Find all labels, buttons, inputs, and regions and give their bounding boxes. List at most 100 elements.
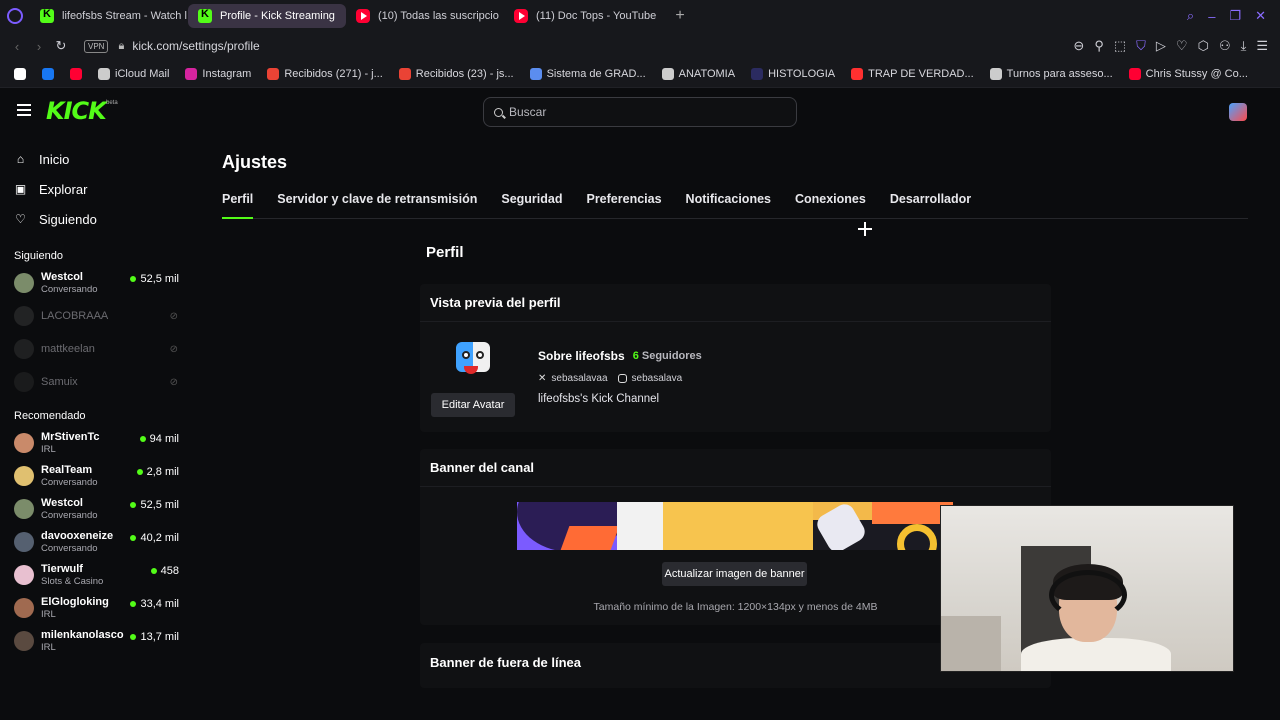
channel-item[interactable]: LACOBRAAA ⊘ (0, 299, 190, 332)
url-field[interactable]: kick.com/settings/profile (132, 39, 259, 53)
bookmark-item[interactable]: ANATOMIA (656, 67, 741, 80)
bookmark-item[interactable] (36, 67, 60, 80)
lock-icon[interactable]: 🔒︎ (118, 40, 124, 53)
menu-icon[interactable]: ☰ (1256, 38, 1268, 54)
x-link[interactable]: ✕ sebasalavaa (538, 373, 608, 384)
bookmark-label: ANATOMIA (678, 67, 736, 80)
back-icon[interactable]: ‹ (6, 39, 28, 54)
channel-item[interactable]: Samuix ⊘ (0, 365, 190, 398)
viewer-count: 40,2 mil (130, 532, 179, 544)
search-icon (494, 107, 503, 117)
download-icon[interactable]: ⤓ (1241, 38, 1247, 54)
channel-item[interactable]: Westcol Conversando 52,5 mil (0, 266, 190, 299)
tab-settings-1[interactable]: Servidor y clave de retransmisión (277, 190, 477, 218)
kick-logo[interactable]: KICK (46, 97, 107, 125)
opera-menu-icon[interactable] (0, 0, 30, 32)
account-icon[interactable]: ⚇ (1219, 38, 1231, 54)
channel-avatar (14, 498, 34, 519)
snapshot-icon[interactable]: ⬚ (1114, 38, 1126, 54)
bookmark-item[interactable]: iCloud Mail (92, 67, 175, 80)
red-icon (851, 67, 864, 80)
bookmark-label: Chris Stussy @ Co... (1145, 67, 1248, 80)
youtube-icon (514, 9, 528, 23)
sidebar-item-siguiendo[interactable]: ♡ Siguiendo (14, 204, 190, 234)
globe-icon (529, 67, 542, 80)
viewer-count-value: 40,2 mil (140, 532, 179, 544)
channel-item[interactable]: ElGlogloking IRL 33,4 mil (0, 591, 190, 624)
instagram-link[interactable]: sebasalava (617, 373, 682, 384)
channel-item[interactable]: RealTeam Conversando 2,8 mil (0, 459, 190, 492)
bookmark-item[interactable] (8, 67, 32, 80)
bookmark-item[interactable]: Instagram (179, 67, 257, 80)
bookmark-item[interactable]: HISTOLOGIA (745, 67, 841, 80)
live-dot-icon (150, 568, 157, 574)
channel-name: Westcol (41, 496, 83, 509)
search-box[interactable] (483, 97, 797, 127)
tab-settings-5[interactable]: Conexiones (795, 190, 866, 218)
tab-settings-2[interactable]: Seguridad (501, 190, 562, 218)
adblock-shield-icon[interactable]: ⛉ (1136, 38, 1146, 54)
profile-preview-card: Vista previa del perfil Editar Avatar So… (420, 284, 1051, 432)
channel-category: IRL (41, 641, 56, 653)
update-banner-button[interactable]: Actualizar imagen de banner (662, 562, 807, 586)
sidebar-item-explorar[interactable]: ▣ Explorar (14, 174, 190, 204)
forward-icon[interactable]: › (28, 39, 50, 54)
user-avatar[interactable] (1229, 103, 1247, 121)
sidebar-item-inicio[interactable]: ⌂ Inicio (14, 144, 190, 174)
channel-category: Slots & Casino (41, 575, 104, 587)
channel-item[interactable]: mattkeelan ⊘ (0, 332, 190, 365)
bookmark-label: HISTOLOGIA (768, 67, 836, 80)
browser-tab-label: (11) Doc Tops - YouTube (536, 10, 657, 22)
zoom-icon[interactable]: ⊖ (1073, 38, 1084, 54)
tab-search-icon[interactable]: ⌕ (1187, 8, 1194, 24)
bookmark-item[interactable] (64, 67, 88, 80)
channel-item[interactable]: Tierwulf Slots & Casino 458 (0, 558, 190, 591)
channel-text: davooxeneize Conversando (41, 530, 113, 554)
channel-item[interactable]: Westcol Conversando 52,5 mil (0, 492, 190, 525)
viewer-count-value: 2,8 mil (146, 466, 179, 478)
player-icon[interactable]: ▷ (1156, 38, 1166, 54)
explore-icon: ▣ (14, 182, 27, 196)
sidebar-nav: ⌂ Inicio ▣ Explorar ♡ Siguiendo (0, 136, 190, 234)
channel-item[interactable]: milenkanolasco IRL 13,7 mil (0, 624, 190, 657)
extensions-icon[interactable]: ⬡ (1198, 38, 1209, 54)
browser-tab-3[interactable]: (10) Todas las suscripcio (346, 4, 504, 28)
channel-banner-heading: Banner del canal (420, 449, 1051, 487)
channel-item[interactable]: MrStivenTc IRL 94 mil (0, 426, 190, 459)
bookmark-item[interactable]: Chris Stussy @ Co... (1123, 67, 1254, 80)
live-dot-icon (130, 502, 137, 508)
reload-icon[interactable]: ↻ (50, 38, 72, 54)
browser-tab-4[interactable]: (11) Doc Tops - YouTube (504, 4, 662, 28)
restore-icon[interactable]: ❐ (1229, 8, 1241, 24)
close-icon[interactable]: ✕ (1255, 8, 1266, 24)
channel-text: LACOBRAAA (41, 310, 108, 322)
hamburger-menu-icon[interactable] (17, 104, 31, 116)
bookmark-item[interactable]: Recibidos (23) - js... (393, 67, 520, 80)
new-tab-button[interactable]: + (668, 4, 692, 28)
webcam-overlay (940, 505, 1234, 672)
browser-tab-label: (10) Todas las suscripcio (378, 10, 499, 22)
vpn-badge[interactable]: VPN (84, 39, 109, 53)
browser-tab-2[interactable]: Profile - Kick Streaming (188, 4, 346, 28)
followers-count: 6 Seguidores (633, 350, 702, 362)
tab-settings-6[interactable]: Desarrollador (890, 190, 971, 218)
channel-name: mattkeelan (41, 342, 95, 355)
bookmark-item[interactable]: Sistema de GRAD... (524, 67, 652, 80)
heart-icon[interactable]: ♡ (1176, 38, 1188, 54)
channel-item[interactable]: davooxeneize Conversando 40,2 mil (0, 525, 190, 558)
tab-settings-4[interactable]: Notificaciones (686, 190, 771, 218)
youtube-icon (70, 67, 82, 80)
edit-avatar-button[interactable]: Editar Avatar (431, 393, 515, 417)
tab-settings-0[interactable]: Perfil (222, 190, 254, 219)
minimize-icon[interactable]: – (1208, 9, 1215, 24)
tab-settings-3[interactable]: Preferencias (586, 190, 661, 218)
channel-text: mattkeelan (41, 343, 95, 355)
bookmark-item[interactable]: Turnos para asseso... (984, 67, 1119, 80)
sidebar: ⌂ Inicio ▣ Explorar ♡ Siguiendo Siguiendo Wes… (0, 136, 190, 688)
browser-tab-1[interactable]: lifeofsbs Stream - Watch l (30, 4, 188, 28)
search-input[interactable] (509, 105, 779, 119)
pin-icon[interactable]: ⚲ (1094, 38, 1104, 54)
bookmark-item[interactable]: TRAP DE VERDAD... (845, 67, 980, 80)
viewer-count-value: 33,4 mil (140, 598, 179, 610)
bookmark-item[interactable]: Recibidos (271) - j... (261, 67, 388, 80)
